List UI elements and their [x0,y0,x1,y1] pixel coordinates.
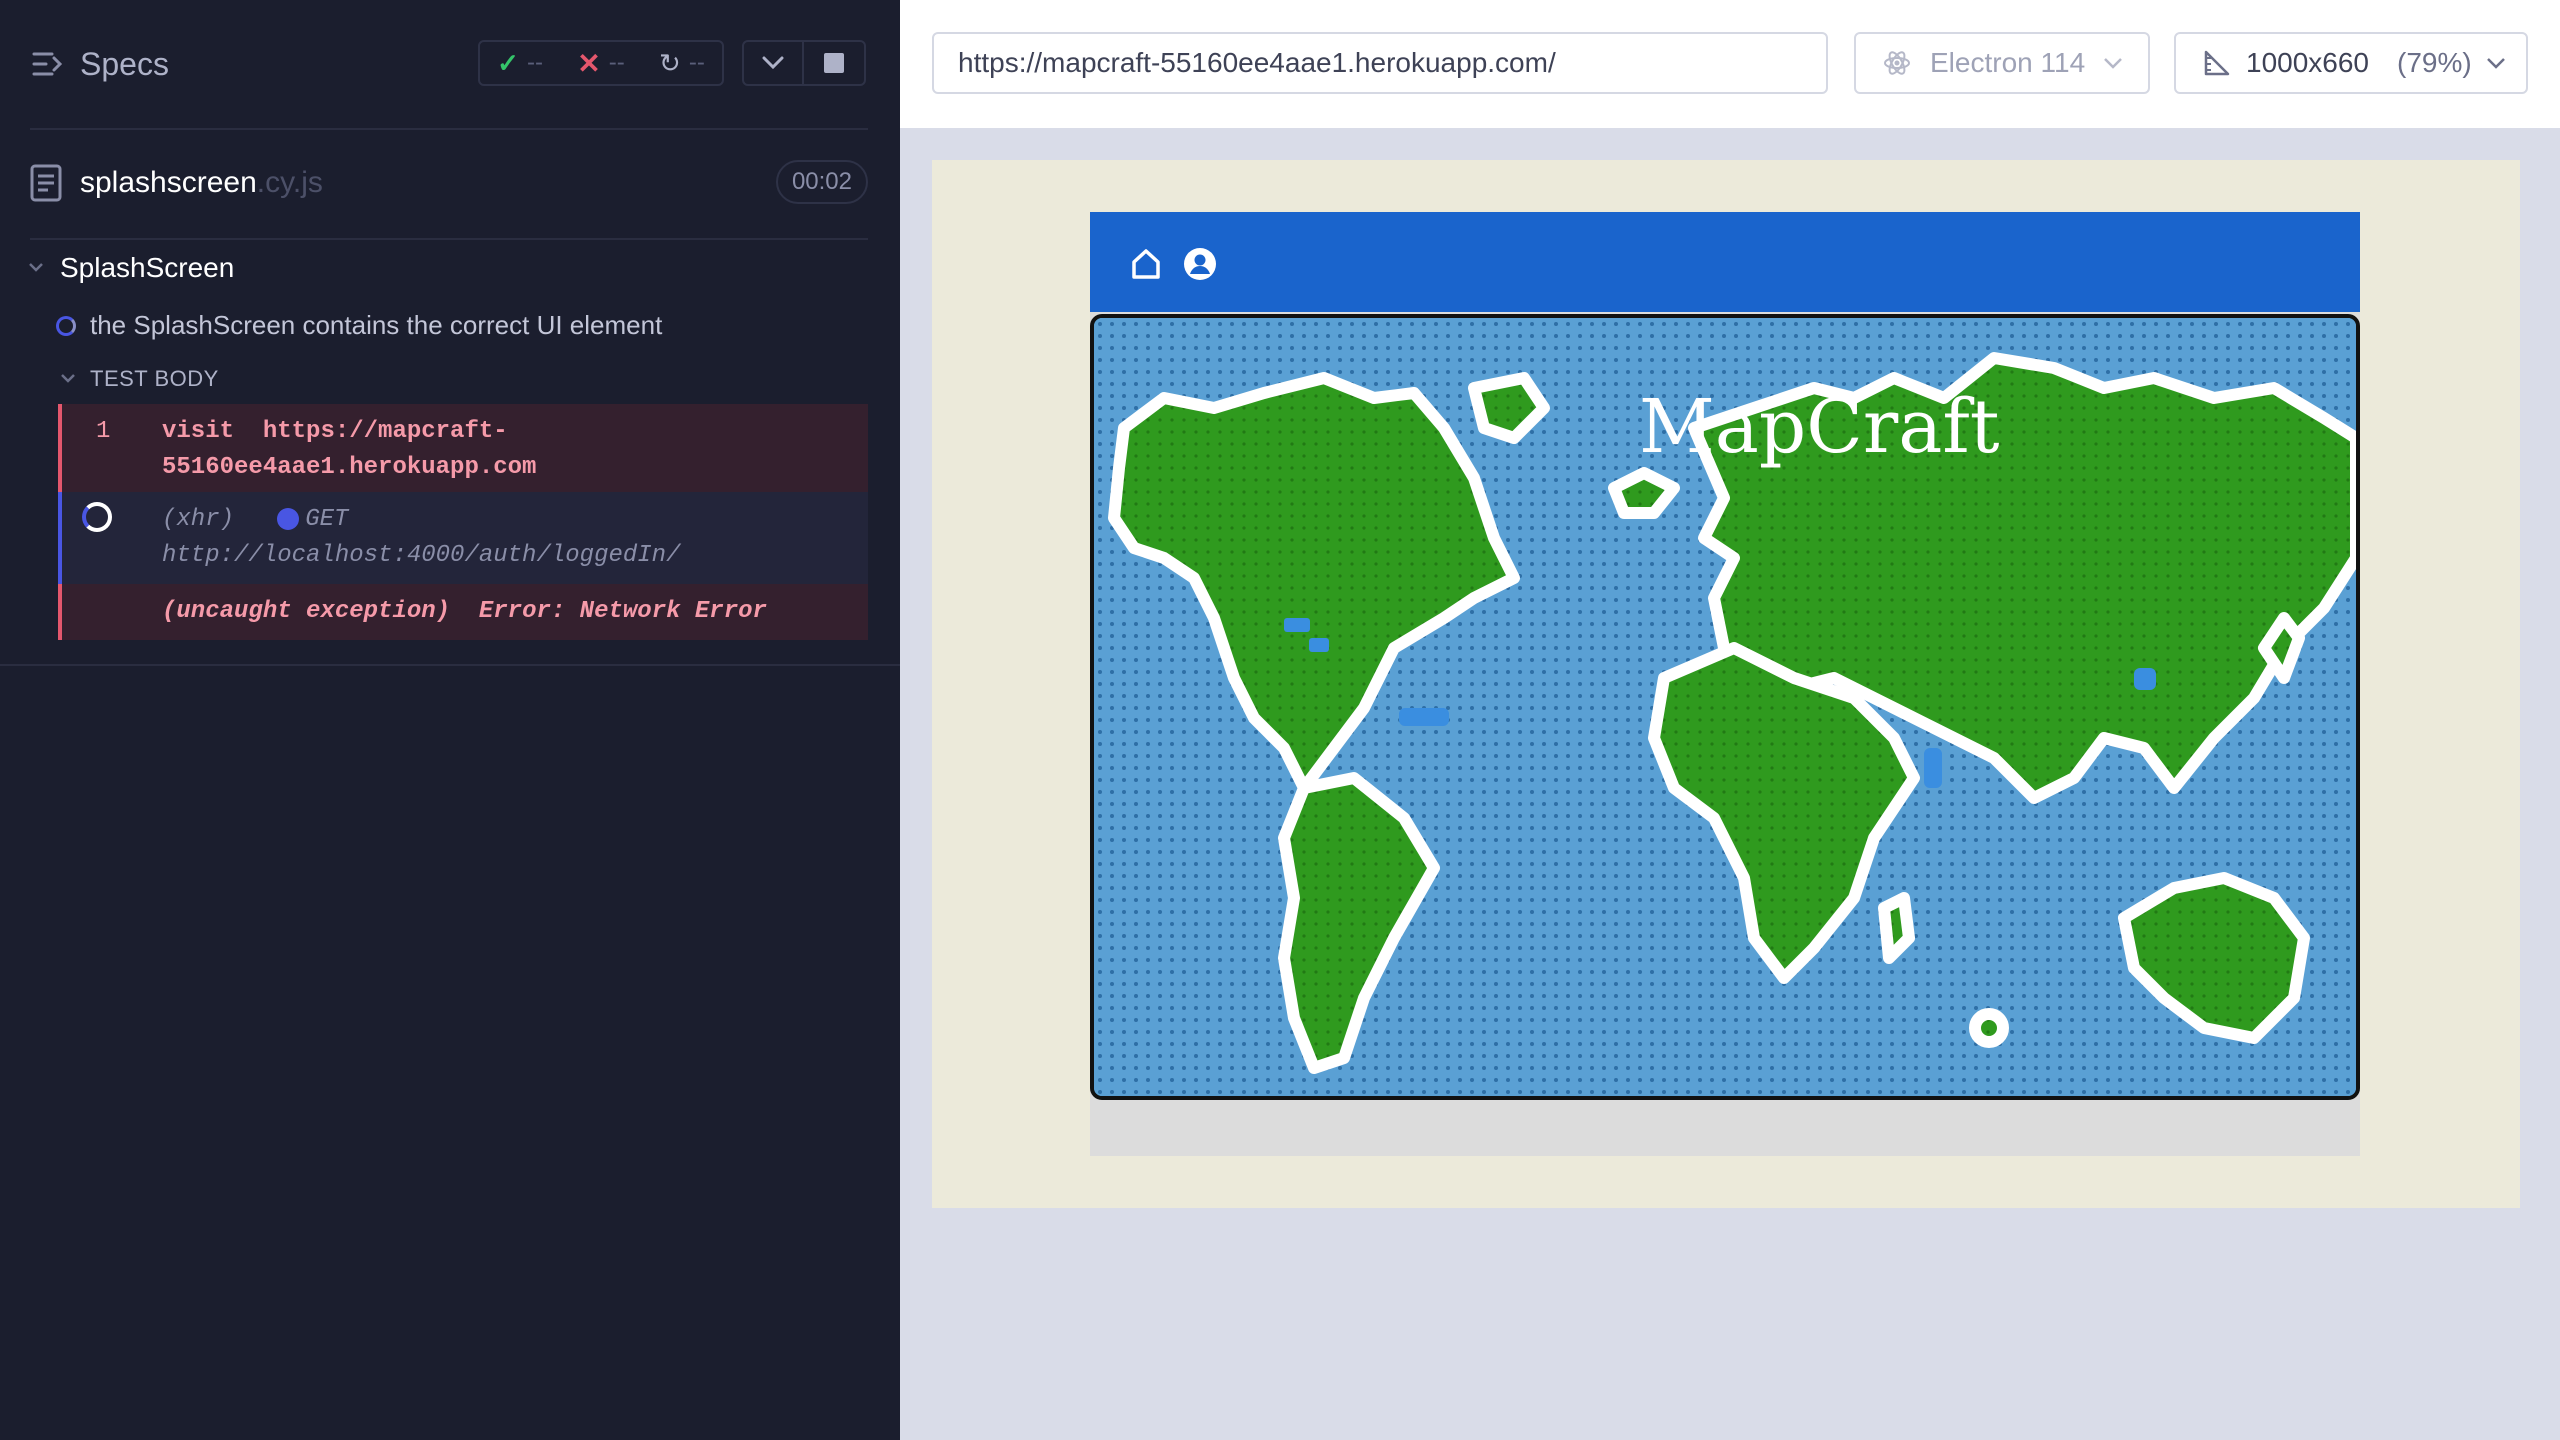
command-number: 1 [96,418,111,445]
stop-button[interactable] [804,40,866,86]
test-title: the SplashScreen contains the correct UI… [90,310,663,340]
passed-stat: ✓ -- [497,48,543,79]
passed-count: -- [526,49,543,76]
chevron-down-icon [61,374,75,383]
test-stats: ✓ -- ✕ -- ↻ -- [478,40,724,86]
pending-stat: ↻ -- [659,48,705,79]
specs-list-toggle-icon[interactable] [30,46,66,82]
divider [30,128,868,130]
stop-icon [824,53,844,73]
viewport-size: 1000x660 [2246,47,2370,78]
test-row[interactable]: the SplashScreen contains the correct UI… [56,310,662,341]
world-map: MapCraft [1090,314,2360,1100]
specs-label[interactable]: Specs [80,46,169,83]
app-navbar [1090,212,2360,312]
reporter-panel: Specs ✓ -- ✕ -- ↻ -- splashscreen.cy.js … [0,0,900,1440]
chevron-down-icon [29,263,43,272]
reporter-header: Specs ✓ -- ✕ -- ↻ -- [0,0,900,130]
app-title: MapCraft [1639,384,2000,470]
user-account-icon[interactable] [1182,246,1218,282]
running-spinner-icon [56,315,76,336]
xhr-url: http://localhost:4000/auth/loggedIn/ [162,542,681,569]
expand-collapse-button[interactable] [742,40,804,86]
divider [30,238,868,240]
pending-dot-icon [277,507,300,530]
error-message: Error: Network Error [478,598,767,625]
viewport-scale: (79%) [2397,47,2472,78]
url-field[interactable]: https://mapcraft-55160ee4aae1.herokuapp.… [932,32,1828,94]
failed-stat: ✕ -- [577,47,624,80]
electron-icon [1884,51,1910,75]
home-icon[interactable] [1128,246,1164,282]
command-text: (xhr) GET http://localhost:4000/auth/logg… [162,502,862,574]
aut-iframe: MapCraft [932,160,2520,1208]
command-visit[interactable]: 1 visit https://mapcraft-55160ee4aae1.he… [58,404,868,492]
x-icon: ✕ [577,47,601,79]
check-icon: ✓ [497,47,519,78]
browser-label: Electron 114 [1930,47,2086,78]
spec-file-name: splashscreen.cy.js [80,166,323,200]
chevron-down-icon [762,56,784,70]
command-uncaught-exception[interactable]: (uncaught exception) Error: Network Erro… [58,584,868,640]
loading-spinner-icon [82,502,112,532]
pending-count: -- [688,49,705,76]
command-text: (uncaught exception) Error: Network Erro… [162,594,862,630]
spec-name-text: splashscreen [80,166,257,199]
mapcraft-app: MapCraft [1090,212,2360,1156]
command-text: visit https://mapcraft-55160ee4aae1.hero… [162,414,862,486]
failed-count: -- [608,49,625,76]
test-body-toggle[interactable]: TEST BODY [60,366,219,392]
duration-badge: 00:02 [775,160,868,204]
command-name: (xhr) [162,506,235,533]
xhr-method: GET [305,506,349,533]
spec-ext-text: .cy.js [256,166,323,199]
aut-header: https://mapcraft-55160ee4aae1.herokuapp.… [900,0,2560,128]
pending-icon: ↻ [659,47,681,78]
document-icon [30,164,62,202]
viewport-selector[interactable]: 1000x660 (79%) [2174,32,2528,94]
command-name: (uncaught exception) [162,598,451,625]
divider [0,664,900,666]
suite-row[interactable]: SplashScreen [28,252,234,284]
chevron-down-icon [2104,58,2123,69]
command-xhr[interactable]: (xhr) GET http://localhost:4000/auth/logg… [58,492,868,584]
suite-title: SplashScreen [60,252,235,283]
browser-selector[interactable]: Electron 114 [1854,32,2150,94]
ruler-icon [2204,50,2230,76]
test-body-label: TEST BODY [90,366,219,391]
command-name: visit [162,418,235,445]
spec-file-row[interactable]: splashscreen.cy.js 00:02 [30,160,868,208]
chevron-down-icon [2486,58,2505,69]
